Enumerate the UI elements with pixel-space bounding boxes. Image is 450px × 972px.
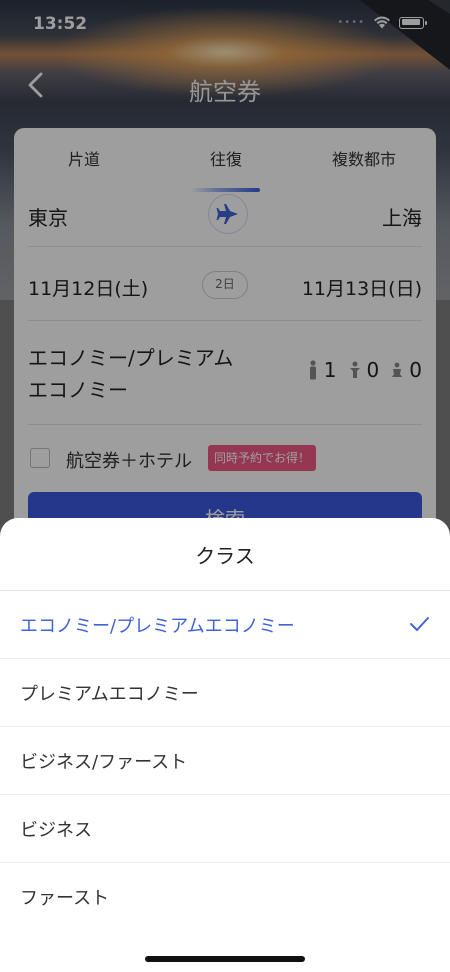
class-option-business[interactable]: ビジネス [0, 795, 450, 863]
class-picker-sheet: クラス エコノミー/プレミアムエコノミー プレミアムエコノミー ビジネス/ファー… [0, 518, 450, 972]
sheet-title: クラス [195, 544, 255, 568]
class-option-label: ビジネス/ファースト [20, 752, 188, 773]
class-option-label: エコノミー/プレミアムエコノミー [20, 616, 295, 637]
class-option-label: ファースト [20, 888, 110, 909]
class-option-label: プレミアムエコノミー [20, 684, 199, 705]
class-option-label: ビジネス [20, 820, 92, 841]
class-option-first[interactable]: ファースト [0, 863, 450, 931]
app-screen: 13:52 •••• 航空券 片道 往復 複数都市 東京 上海 11月12日(土… [0, 0, 450, 972]
class-option-business-first[interactable]: ビジネス/ファースト [0, 727, 450, 795]
class-option-premium-economy[interactable]: プレミアムエコノミー [0, 659, 450, 727]
home-indicator [145, 956, 305, 962]
class-option-economy-premium[interactable]: エコノミー/プレミアムエコノミー [0, 591, 450, 659]
checkmark-icon [410, 617, 429, 631]
